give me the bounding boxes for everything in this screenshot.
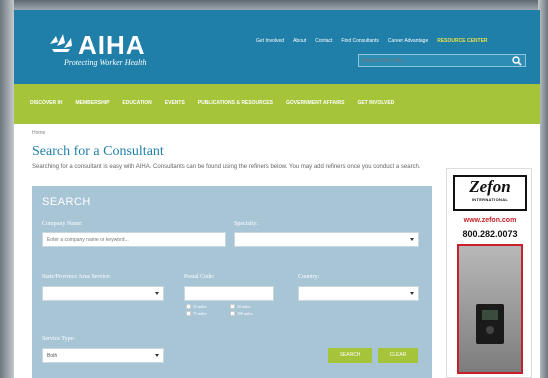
- radio-button[interactable]: [186, 304, 191, 309]
- top-link-get-involved[interactable]: Get Involved: [256, 38, 284, 44]
- web-page: AIHA Protecting Worker Health Get Involv…: [14, 10, 540, 378]
- radius-option[interactable]: 100 miles: [230, 311, 253, 316]
- top-link-contact[interactable]: Contact: [315, 38, 332, 44]
- ad-product-image: [457, 244, 523, 374]
- specialty-select[interactable]: [234, 232, 419, 247]
- clear-button[interactable]: CLEAR: [378, 348, 418, 363]
- nav-item-education[interactable]: EDUCATION: [122, 100, 151, 106]
- company-name-field: [42, 232, 226, 247]
- photo-frame: AIHA Protecting Worker Health Get Involv…: [0, 0, 548, 378]
- company-name-label: Company Name:: [42, 221, 83, 227]
- ad-brand-sub: INTERNATIONAL: [471, 197, 509, 202]
- radius-option[interactable]: 75 miles: [186, 311, 207, 316]
- postal-code-field: [184, 286, 349, 301]
- logo-tagline: Protecting Worker Health: [64, 58, 147, 67]
- search-button[interactable]: SEARCH: [328, 348, 372, 363]
- service-type-select[interactable]: Both: [42, 348, 164, 363]
- ad-url: www.zefon.com: [463, 217, 517, 224]
- radius-option[interactable]: 25 miles: [186, 304, 207, 309]
- specialty-label: Specialty:: [234, 221, 258, 227]
- chevron-down-icon: [410, 292, 414, 295]
- top-link-resource-center[interactable]: RESOURCE CENTER: [437, 38, 487, 44]
- zefon-ad[interactable]: Zefon INTERNATIONAL www.zefon.com 800.28…: [446, 168, 532, 378]
- top-link-about[interactable]: About: [293, 38, 306, 44]
- country-label: Country:: [298, 274, 320, 280]
- breadcrumb[interactable]: Home: [32, 130, 45, 136]
- nav-item-publications[interactable]: PUBLICATIONS & RESOURCES: [198, 100, 273, 106]
- state-label: State/Province Area Service:: [42, 274, 111, 280]
- company-name-input[interactable]: [47, 235, 207, 245]
- site-header: AIHA Protecting Worker Health Get Involv…: [14, 10, 540, 84]
- top-link-career-advantage[interactable]: Career Advantage: [388, 38, 428, 44]
- nav-item-membership[interactable]: MEMBERSHIP: [76, 100, 110, 106]
- site-search-input[interactable]: [362, 56, 502, 66]
- service-type-value: Both: [47, 353, 58, 359]
- nav-item-get-involved[interactable]: GET INVOLVED: [357, 100, 394, 106]
- radio-button[interactable]: [230, 311, 235, 316]
- page-title: Search for a Consultant: [32, 144, 164, 159]
- postal-code-label: Postal Code:: [184, 274, 215, 280]
- ad-phone: 800.282.0073: [462, 229, 518, 239]
- monitor-edge-left: [0, 0, 14, 378]
- ad-logo: Zefon INTERNATIONAL: [453, 175, 527, 211]
- top-link-find-consultants[interactable]: Find Consultants: [341, 38, 379, 44]
- country-select[interactable]: [298, 286, 419, 301]
- service-type-label: Service Type:: [42, 336, 75, 342]
- ad-device: [476, 304, 504, 344]
- radio-button[interactable]: [186, 311, 191, 316]
- main-nav: DISCOVER IH MEMBERSHIP EDUCATION EVENTS …: [14, 84, 540, 124]
- device-screen: [482, 310, 498, 320]
- top-links: Get Involved About Contact Find Consulta…: [256, 38, 488, 44]
- radio-button[interactable]: [230, 304, 235, 309]
- chevron-down-icon: [410, 238, 414, 241]
- state-select[interactable]: [42, 286, 164, 301]
- page-intro: Searching for a consultant is easy with …: [32, 164, 421, 170]
- site-search-box: [358, 54, 526, 67]
- nav-item-government-affairs[interactable]: GOVERNMENT AFFAIRS: [286, 100, 344, 106]
- search-panel: SEARCH Company Name: Specialty: State/Pr…: [32, 186, 432, 378]
- ad-brand: Zefon: [469, 177, 511, 196]
- logo-text: AIHA: [78, 30, 146, 60]
- aiha-logo-icon: [50, 34, 72, 52]
- nav-item-discover-ih[interactable]: DISCOVER IH: [30, 100, 63, 106]
- search-icon[interactable]: [512, 56, 522, 66]
- chevron-down-icon: [155, 354, 159, 357]
- nav-item-events[interactable]: EVENTS: [165, 100, 185, 106]
- device-knob: [486, 326, 494, 334]
- chevron-down-icon: [155, 292, 159, 295]
- radius-option[interactable]: 50 miles: [230, 304, 251, 309]
- search-heading: SEARCH: [42, 196, 91, 208]
